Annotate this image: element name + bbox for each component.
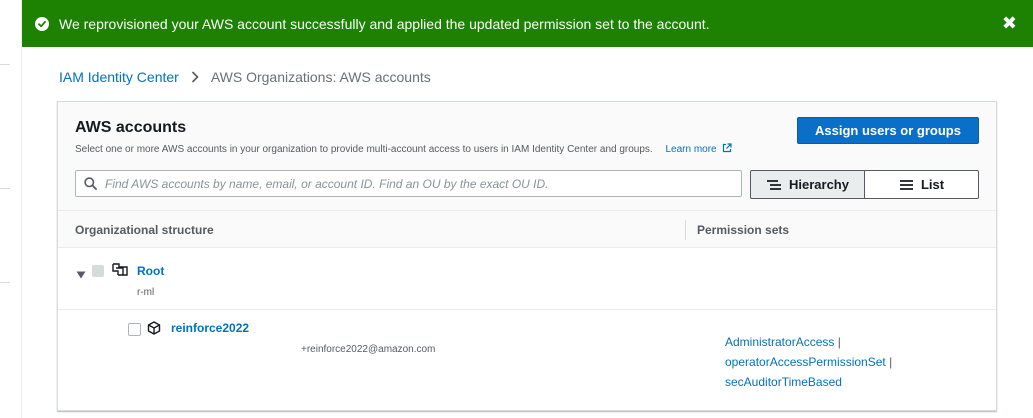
breadcrumb-current: AWS Organizations: AWS accounts [210,69,431,85]
learn-more-label: Learn more [665,144,717,155]
account-search-field[interactable] [75,170,742,197]
root-checkbox [92,265,104,277]
breadcrumb: IAM Identity Center AWS Organizations: A… [59,68,431,86]
close-icon[interactable]: ✖ [1002,14,1017,32]
tree-row-root: Root r-ml [58,248,996,310]
list-label: List [920,177,945,192]
hierarchy-label: Hierarchy [789,177,849,192]
success-flash-banner: We reprovisioned your AWS account succes… [22,0,1033,47]
tree-row-account: reinforce2022 +reinforce2022@amazon.com … [58,310,996,410]
learn-more-link[interactable]: Learn more [665,143,733,157]
permission-set-link[interactable]: operatorAccessPermissionSet [725,355,886,369]
aws-accounts-panel: AWS accounts Select one or more AWS acco… [57,101,997,411]
external-link-icon [722,143,733,157]
permission-sets-list: AdministratorAccess | operatorAccessPerm… [725,332,892,392]
panel-description: Select one or more AWS accounts in your … [75,143,733,157]
organization-root-icon [112,263,128,282]
assign-users-or-groups-button[interactable]: Assign users or groups [797,117,979,144]
separator: | [889,355,893,369]
page: We reprovisioned your AWS account succes… [0,0,1033,418]
nav-divider [0,282,10,283]
permission-set-link[interactable]: AdministratorAccess [725,335,834,349]
panel-description-text: Select one or more AWS accounts in your … [75,144,653,155]
side-navigation-edge [0,0,22,418]
account-cube-icon [147,321,161,340]
table-header: Organizational structure Permission sets [58,210,996,248]
search-input[interactable] [105,176,725,191]
search-icon [84,177,97,190]
hierarchy-icon [767,179,781,190]
root-id: r-ml [137,287,155,298]
list-view-button[interactable]: List [865,170,979,199]
view-toggle: Hierarchy List [750,170,979,199]
column-header-permission-sets: Permission sets [697,223,790,237]
chevron-right-icon [191,71,199,83]
panel-title: AWS accounts [75,119,187,136]
caret-down-icon[interactable] [76,266,86,284]
root-link[interactable]: Root [137,264,164,278]
permission-set-link[interactable]: secAuditorTimeBased [725,375,842,389]
account-checkbox[interactable] [128,323,141,336]
list-icon [899,179,913,190]
success-check-icon [35,16,49,31]
flash-message: We reprovisioned your AWS account succes… [59,15,710,32]
separator: | [837,335,841,349]
column-header-structure: Organizational structure [75,223,214,237]
account-email: +reinforce2022@amazon.com [301,344,436,355]
nav-divider [0,64,10,65]
panel-header: AWS accounts Select one or more AWS acco… [58,102,996,210]
account-name-link[interactable]: reinforce2022 [171,321,249,335]
nav-divider [0,188,10,189]
column-divider[interactable] [685,220,686,240]
hierarchy-view-button[interactable]: Hierarchy [750,170,865,199]
breadcrumb-identity-center-link[interactable]: IAM Identity Center [59,69,179,85]
